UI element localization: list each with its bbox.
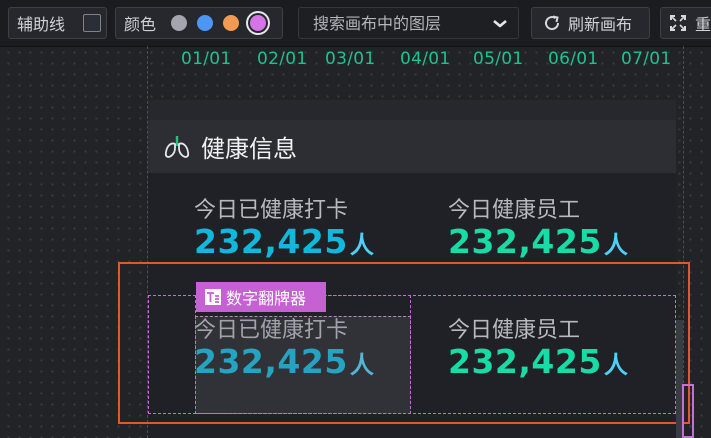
text-icon [205,289,221,305]
widget-top-strip [148,100,676,120]
guide-checkbox[interactable] [83,14,101,32]
lungs-icon [164,135,190,158]
stat-label: 今日已健康打卡 [194,198,349,223]
stat-number: 232,425 [194,222,348,261]
stat-unit: 人 [349,231,375,259]
color-swatch-gray[interactable] [171,15,187,31]
toolbar: 辅助线 颜色 刷新画布 [0,0,711,47]
fullscreen-label: 重 [695,15,711,34]
stat-value: 232,425人 [448,224,628,263]
timeline-tick: 01/01 [181,49,232,69]
refresh-icon [545,15,560,31]
color-swatch-blue[interactable] [197,15,213,31]
timeline-axis: 01/01 02/01 03/01 04/01 05/01 06/01 07/0… [0,49,711,73]
chevron-down-icon[interactable] [492,18,508,30]
component-tag-label: 数字翻牌器 [226,289,307,308]
stat-number: 232,425 [448,222,602,261]
fullscreen-button[interactable]: 重 [660,7,711,39]
stat-unit: 人 [603,231,629,259]
timeline-tick: 02/01 [257,49,308,69]
timeline-tick: 06/01 [548,49,599,69]
timeline-tick: 07/01 [621,49,672,69]
color-swatch-purple[interactable] [250,15,266,31]
canvas[interactable]: 辅助线 颜色 刷新画布 [0,0,711,438]
layer-search-input[interactable] [313,13,483,33]
fullscreen-icon [670,15,686,31]
layer-search[interactable] [298,7,519,39]
refresh-label: 刷新画布 [568,15,633,34]
stat-value: 232,425人 [194,224,374,263]
guide-toggle[interactable]: 辅助线 [8,7,107,39]
component-tag[interactable]: 数字翻牌器 [196,282,326,312]
widget-title: 健康信息 [201,135,297,163]
guide-label: 辅助线 [17,15,66,34]
color-picker: 颜色 [115,7,283,39]
color-label: 颜色 [124,15,157,34]
resize-handle[interactable] [682,384,694,438]
timeline-tick: 03/01 [325,49,376,69]
timeline-tick: 04/01 [400,49,451,69]
stat-checkin: 今日已健康打卡 232,425人 [194,198,374,263]
stat-label: 今日健康员工 [448,198,581,223]
refresh-canvas-button[interactable]: 刷新画布 [531,7,650,39]
timeline-tick: 05/01 [473,49,524,69]
stat-healthy-staff: 今日健康员工 232,425人 [448,198,628,263]
color-swatch-orange[interactable] [223,15,239,31]
widget-header: 健康信息 [148,120,676,173]
